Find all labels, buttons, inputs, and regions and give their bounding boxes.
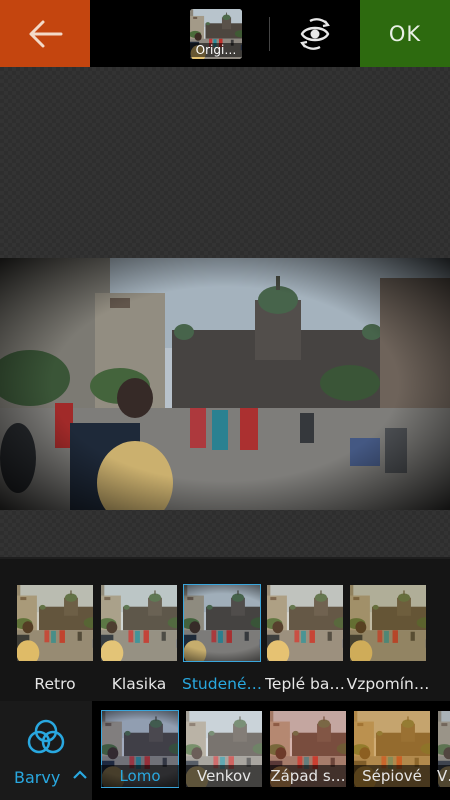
filter-label: Studené…	[182, 675, 262, 693]
category-label: Barvy	[14, 768, 61, 787]
back-button[interactable]	[0, 0, 90, 67]
filter-vzpominky[interactable]: Vzpomín…	[346, 584, 430, 693]
filter-thumbnail	[350, 585, 426, 661]
filter-teple-barvy[interactable]: Teplé ba…	[265, 584, 345, 693]
filter-retro[interactable]: Retro	[16, 584, 94, 693]
sub-filter-label: Sépiové	[353, 765, 431, 787]
sub-filter-label: V…	[437, 765, 450, 787]
filter-label: Teplé ba…	[265, 675, 345, 693]
compare-toggle-button[interactable]	[294, 13, 336, 55]
filter-klasika[interactable]: Klasika	[100, 584, 178, 693]
arrow-left-icon	[29, 20, 63, 47]
filter-label: Klasika	[111, 675, 167, 693]
sub-filter-label: Západ s…	[269, 765, 347, 787]
sub-filter-venkov[interactable]: Venkov	[185, 710, 263, 788]
color-circles-icon	[27, 719, 65, 754]
image-canvas	[0, 67, 450, 626]
sub-filter-zapad-slunce[interactable]: Západ s…	[269, 710, 347, 788]
filter-thumbnail	[183, 584, 261, 662]
ok-button[interactable]: OK	[360, 0, 450, 67]
sub-filter-label: Venkov	[185, 765, 263, 787]
top-toolbar: Origi… OK	[0, 0, 450, 67]
sub-filter-sepiove[interactable]: Sépiové	[353, 710, 431, 788]
filter-thumbnail	[17, 585, 93, 661]
category-tab-barvy[interactable]: Barvy	[0, 701, 92, 800]
chevron-up-icon	[73, 770, 87, 779]
filter-label: Retro	[34, 675, 76, 693]
filter-studene[interactable]: Studené…	[182, 584, 262, 693]
sub-filter-label: Lomo	[101, 765, 179, 787]
filter-thumbnail	[101, 585, 177, 661]
original-label: Origi…	[190, 43, 242, 57]
filter-strip: Retro Klasika Studené… Teplé ba… Vzpomín…	[0, 559, 450, 701]
category-strip: Barvy Lomo Venkov Západ s… Sépiové V…	[0, 701, 450, 800]
filter-label: Vzpomín…	[346, 675, 430, 693]
edited-photo	[0, 258, 450, 510]
filter-thumbnail	[267, 585, 343, 661]
sub-filter-partial[interactable]: V…	[437, 710, 450, 788]
compare-toggle-icon	[300, 18, 330, 50]
sub-filter-lomo[interactable]: Lomo	[101, 710, 179, 788]
toolbar-divider	[269, 17, 270, 51]
original-preview-button[interactable]: Origi…	[190, 9, 242, 59]
